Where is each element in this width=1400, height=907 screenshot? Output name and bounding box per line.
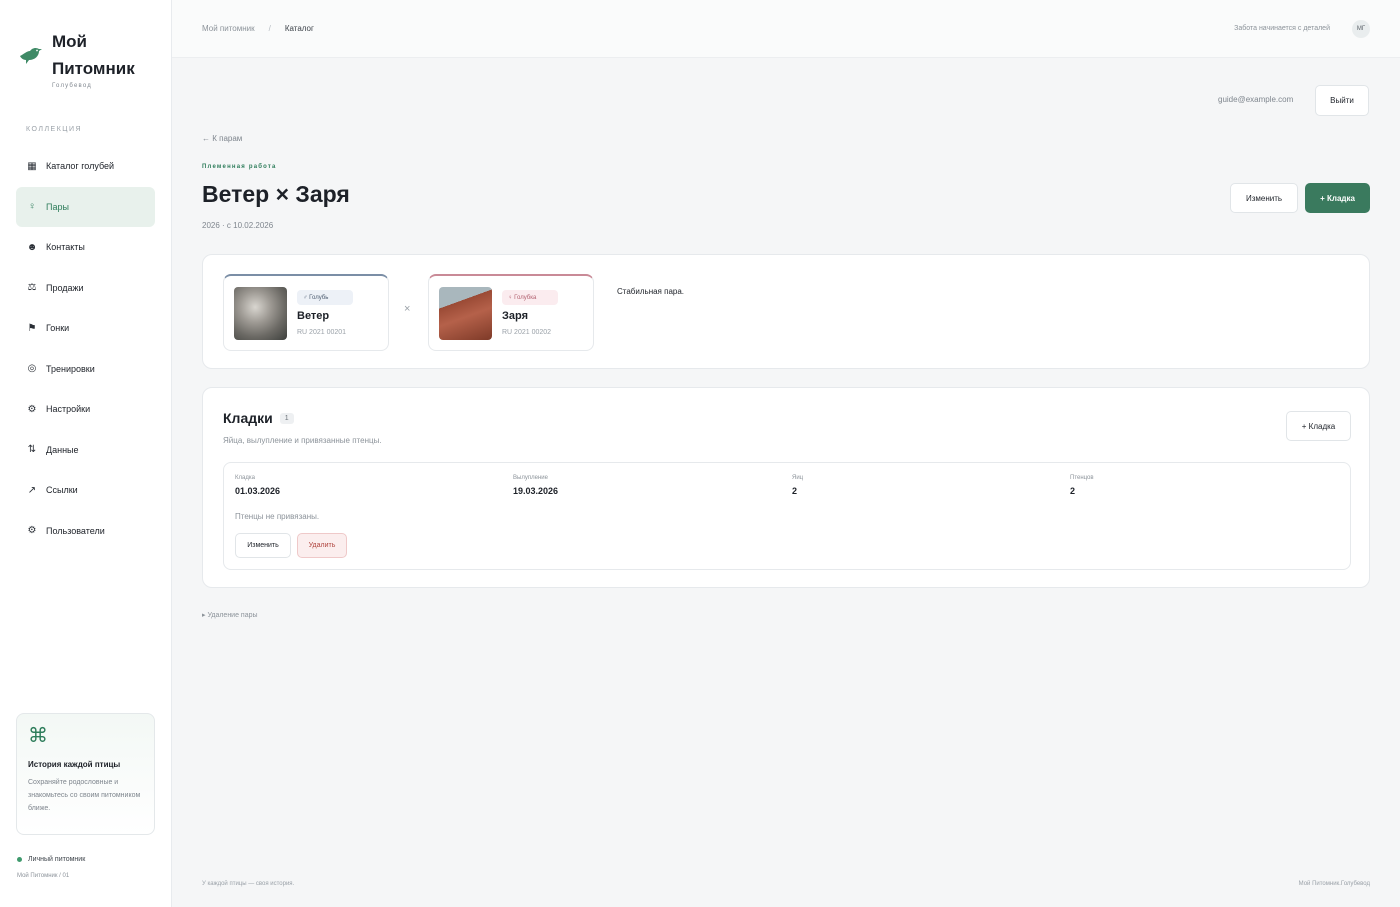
delete-pair-toggle[interactable]: ▸ Удаление пары [202,611,258,619]
sidebar-item-users[interactable]: ⚙ Пользователи [16,511,155,552]
sidebar-item-label: Каталог голубей [46,161,115,172]
footer-brand: Мой Питомник.Голубевод [1298,881,1370,887]
brand-title-line2: Питомник [52,59,135,78]
clutch-field-eggs: Яиц 2 [792,475,803,496]
clutches-subtitle: Яйца, вылупление и привязанные птенцы. [223,436,382,445]
link-arrow-icon: ↗ [27,484,37,496]
page-subtitle: 2026 · с 10.02.2026 [202,221,274,230]
no-chicks-text: Птенцы не привязаны. [235,512,320,521]
field-label: Вылупление [513,475,548,481]
sidebar-item-label: Данные [46,444,79,455]
clutch-item: Кладка 01.03.2026 Вылупление 19.03.2026 … [223,462,1351,570]
sort-arrows-icon: ⇅ [27,444,37,456]
pair-card: ♂ Голубь Ветер RU 2021 00201 × ♀ Голубка… [202,254,1370,369]
scales-icon: ⚖ [27,282,37,294]
logout-button[interactable]: Выйти [1315,85,1369,116]
topbar: Мой питомник / Каталог Забота начинается… [172,0,1400,58]
avatar[interactable]: МГ [1352,20,1370,38]
sidebar-item-races[interactable]: ⚑ Гонки [16,308,155,349]
clutches-title-text: Кладки [223,410,273,426]
promo-card: ⌘ История каждой птицы Сохраняйте родосл… [16,713,155,835]
sidebar-item-pairs[interactable]: ♀ Пары [16,186,155,227]
user-email: guide@example.com [1218,95,1294,104]
page-title: Ветер × Заря [202,181,350,207]
grid-icon: ▦ [27,160,37,172]
male-bird-ring: RU 2021 00201 [297,329,347,336]
sidebar-item-label: Тренировки [46,363,95,374]
clutch-field-hatch: Вылупление 19.03.2026 [513,475,558,496]
bird-logo-icon [20,47,42,64]
sidebar-item-label: Гонки [46,323,70,334]
sidebar-item-trainings[interactable]: ◎ Тренировки [16,349,155,390]
field-value: 01.03.2026 [235,486,281,496]
field-label: Яиц [792,475,804,481]
sidebar-item-catalog[interactable]: ▦ Каталог голубей [16,146,155,187]
back-to-pairs-link[interactable]: ← К парам [202,134,242,143]
male-badge: ♂ Голубь [297,290,353,305]
clutches-card: Кладки 1 Яйца, вылупление и привязанные … [202,387,1370,588]
add-clutch-primary-button[interactable]: + Кладка [1305,183,1370,213]
sidebar-item-label: Ссылки [46,485,78,496]
breadcrumb-item-home[interactable]: Мой питомник [202,24,255,33]
target-icon: ◎ [27,363,37,375]
male-bird-card[interactable]: ♂ Голубь Ветер RU 2021 00201 [223,274,389,351]
female-badge: ♀ Голубка [502,290,558,305]
male-bird-photo [234,287,287,340]
edit-clutch-button[interactable]: Изменить [235,533,291,558]
sidebar-item-data[interactable]: ⇅ Данные [16,430,155,471]
tagline: Забота начинается с деталей [1234,25,1330,32]
female-bird-photo [439,287,492,340]
clutches-count-badge: 1 [279,412,294,424]
field-value: 2 [1070,486,1076,496]
gear-icon: ⚙ [27,403,37,415]
promo-title: История каждой птицы [28,760,121,769]
sidebar-nav: ▦ Каталог голубей ♀ Пары ☻ Контакты ⚖ Пр… [16,146,155,551]
add-clutch-button[interactable]: + Кладка [1286,411,1351,441]
sidebar-item-links[interactable]: ↗ Ссылки [16,470,155,511]
pair-note: Стабильная пара. [617,287,685,296]
sidebar-item-label: Настройки [46,404,91,415]
sidebar-item-label: Пользователи [46,525,105,536]
sidebar-item-settings[interactable]: ⚙ Настройки [16,389,155,430]
sidebar-item-contacts[interactable]: ☻ Контакты [16,227,155,268]
sidebar: Мой Питомник Голубевод КОЛЛЕКЦИЯ ▦ Катал… [0,0,172,907]
kennel-status: Личный питомник [17,856,85,863]
pin-icon: ♀ [28,201,36,213]
app-version: Мой Питомник / 01 [17,873,70,879]
field-value: 19.03.2026 [513,486,559,496]
female-bird-card[interactable]: ♀ Голубка Заря RU 2021 00202 [428,274,594,351]
brand[interactable]: Мой Питомник Голубевод [18,28,135,89]
promo-text: Сохраняйте родословные и знакомьтесь со … [28,779,141,812]
clutch-field-laid: Кладка 01.03.2026 [235,475,280,496]
male-bird-name: Ветер [297,310,330,322]
sidebar-item-label: Продажи [46,282,84,293]
breadcrumb-separator: / [268,24,271,33]
field-label: Кладка [235,475,255,481]
footer-motto: У каждой птицы — своя история. [202,881,295,887]
brand-subtitle: Голубевод [52,83,92,89]
cross-icon: × [404,303,411,315]
contacts-icon: ☻ [26,241,38,253]
page-eyebrow: Племенная работа [202,164,277,170]
delete-clutch-button[interactable]: Удалить [297,533,347,558]
users-icon: ⚙ [27,525,37,537]
field-label: Птенцов [1070,475,1094,481]
edit-pair-button[interactable]: Изменить [1230,183,1298,213]
clutches-title: Кладки 1 [223,410,294,426]
female-bird-name: Заря [502,310,529,322]
breadcrumb-item-current: Каталог [284,24,314,33]
flag-icon: ⚑ [27,322,37,334]
brand-title-line1: Мой [52,32,87,51]
sidebar-item-label: Контакты [46,242,85,253]
sidebar-section-label: КОЛЛЕКЦИЯ [26,126,83,133]
kennel-status-label: Личный питомник [28,856,86,863]
sidebar-item-sales[interactable]: ⚖ Продажи [16,268,155,309]
status-dot-icon [17,857,22,862]
breadcrumb: Мой питомник / Каталог [202,24,314,33]
command-icon: ⌘ [28,725,48,747]
field-value: 2 [792,486,798,496]
female-bird-ring: RU 2021 00202 [502,329,552,336]
clutch-field-chicks: Птенцов 2 [1070,475,1094,496]
sidebar-item-label: Пары [46,201,69,212]
